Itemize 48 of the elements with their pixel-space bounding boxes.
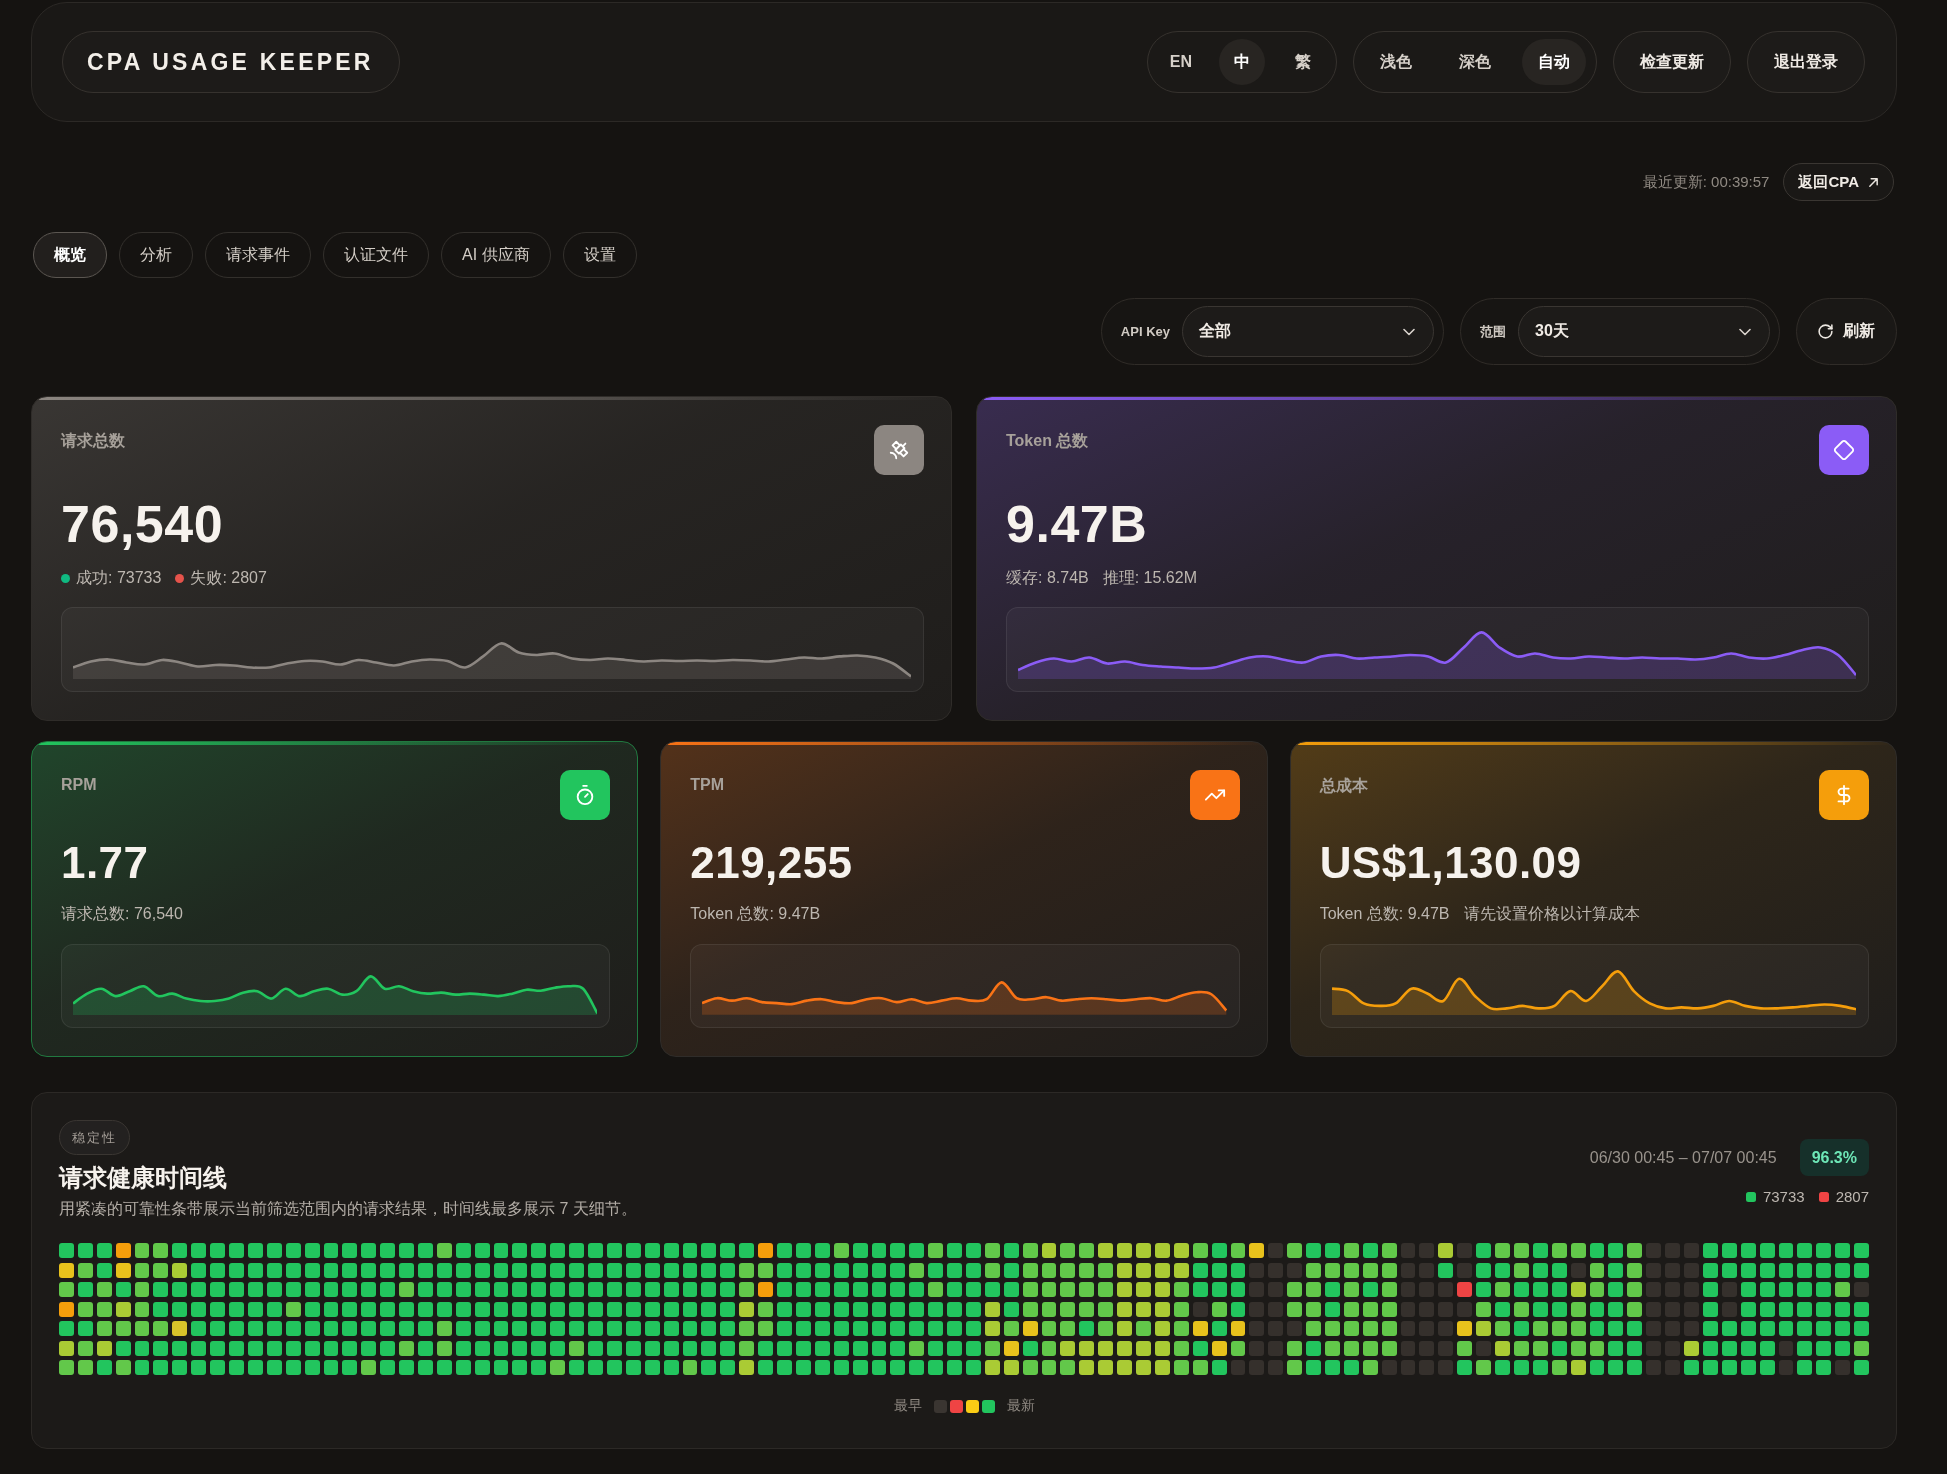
- refresh-icon: [1817, 323, 1834, 340]
- card-value: US$1,130.09: [1319, 841, 1582, 885]
- card-value: 219,255: [690, 841, 853, 885]
- section-title: 请求健康时间线: [59, 1163, 227, 1193]
- count-text: 2807: [1835, 1188, 1869, 1205]
- card-value: 1.77: [61, 841, 149, 885]
- card-value: 76,540: [61, 498, 224, 550]
- card-value: 9.47B: [1006, 498, 1148, 550]
- card-title: TPM: [690, 776, 725, 794]
- stat-text: 缓存: 8.74B: [1006, 568, 1089, 588]
- success-rate-badge: 96.3%: [1799, 1139, 1869, 1176]
- chevron-down-icon: [1739, 327, 1751, 336]
- arrow-up-right-icon: [1868, 176, 1879, 188]
- filter-label: API Key: [1120, 324, 1170, 339]
- back-link[interactable]: 返回CPA: [1783, 163, 1894, 201]
- stat-text: 请先设置价格以计算成本: [1463, 904, 1640, 924]
- card-title: RPM: [61, 776, 97, 794]
- stat-text: 成功: 73733: [76, 568, 162, 588]
- card-title: 总成本: [1319, 776, 1368, 796]
- stat-text: Token 总数: 9.47B: [1319, 904, 1450, 924]
- last-updated-text: 最近更新: 00:39:57: [1642, 172, 1770, 192]
- stat-text: 推理: 15.62M: [1102, 568, 1197, 588]
- theme-option[interactable]: 自动: [1522, 39, 1586, 85]
- header-button[interactable]: 检查更新: [1613, 31, 1731, 93]
- legend-label: 最早: [893, 1397, 922, 1415]
- app-logo: CPA USAGE KEEPER: [62, 31, 400, 93]
- card-title: 请求总数: [61, 431, 125, 451]
- header-button[interactable]: 退出登录: [1747, 31, 1865, 93]
- theme-option[interactable]: 浅色: [1364, 39, 1428, 85]
- card-title: Token 总数: [1006, 431, 1089, 451]
- count-text: 73733: [1762, 1188, 1805, 1205]
- language-option[interactable]: EN: [1157, 39, 1204, 85]
- chevron-down-icon: [1403, 327, 1415, 336]
- nav-tab[interactable]: 概览: [33, 232, 107, 278]
- stat-text: Token 总数: 9.47B: [690, 904, 821, 924]
- select-dropdown[interactable]: 全部: [1182, 306, 1434, 357]
- section-description: 用紧凑的可靠性条带展示当前筛选范围内的请求结果，时间线最多展示 7 天细节。: [59, 1199, 637, 1219]
- language-option[interactable]: 中: [1219, 39, 1265, 85]
- section-tag: 稳定性: [59, 1120, 130, 1155]
- stat-text: 失败: 2807: [190, 568, 267, 588]
- filter-label: 范围: [1480, 322, 1506, 341]
- legend-label: 最新: [1006, 1397, 1035, 1415]
- theme-option[interactable]: 深色: [1443, 39, 1507, 85]
- select-dropdown[interactable]: 30天: [1518, 306, 1770, 357]
- language-option[interactable]: 繁: [1280, 39, 1326, 85]
- stat-text: 请求总数: 76,540: [61, 904, 183, 924]
- refresh-button[interactable]: 刷新: [1796, 298, 1897, 365]
- date-range-text: 06/30 00:45 – 07/07 00:45: [1589, 1148, 1777, 1167]
